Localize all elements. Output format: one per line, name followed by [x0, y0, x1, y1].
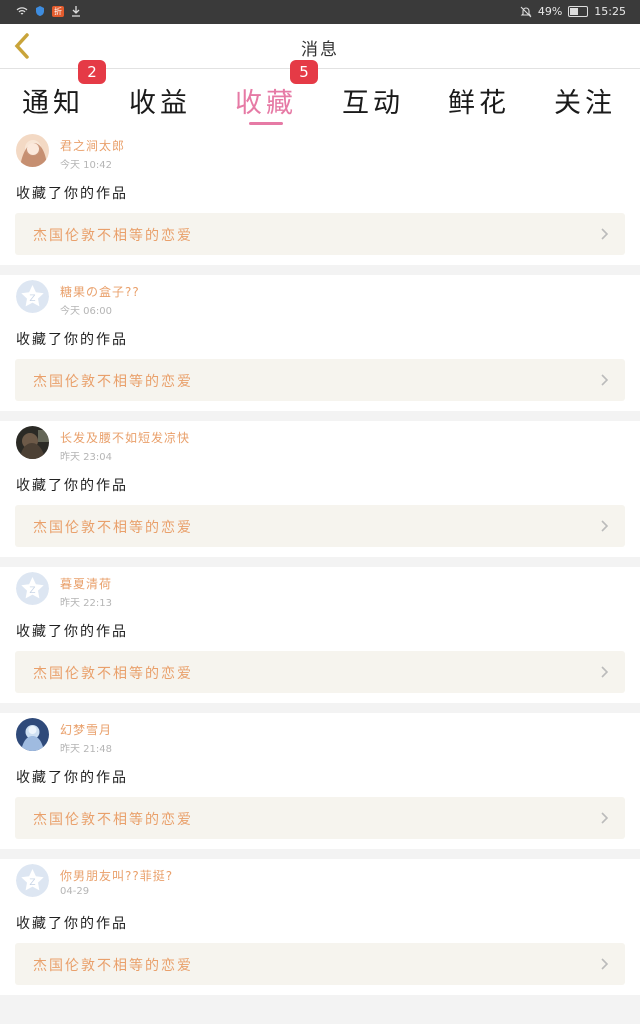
chevron-right-icon [601, 812, 609, 824]
avatar[interactable] [16, 426, 49, 459]
user-photo-icon [16, 718, 49, 751]
tab-flowers[interactable]: 鲜花 [426, 69, 532, 129]
chevron-right-icon [601, 958, 609, 970]
tab-bar: 通知 2 收益 收藏 5 互动 鲜花 关注 [0, 60, 640, 129]
username[interactable]: 你男朋友叫??菲挺? [60, 867, 173, 884]
svg-text:Z: Z [29, 878, 35, 888]
list-item: Z 暮夏清荷 昨天 22:13 收藏了你的作品 杰国伦敦不相等的恋爱 [0, 567, 640, 703]
work-title: 杰国伦敦不相等的恋爱 [33, 666, 193, 682]
username[interactable]: 幻梦雪月 [60, 721, 112, 738]
avatar[interactable]: Z [16, 864, 49, 897]
timestamp: 今天 10:42 [60, 160, 112, 171]
avatar[interactable]: Z [16, 280, 49, 313]
list-item: 幻梦雪月 昨天 21:48 收藏了你的作品 杰国伦敦不相等的恋爱 [0, 713, 640, 849]
username[interactable]: 君之涧太郎 [60, 137, 125, 154]
chevron-right-icon [601, 666, 609, 678]
status-bar: 折 49% 15:25 [0, 0, 640, 24]
action-text: 收藏了你的作品 [16, 916, 128, 932]
chevron-right-icon [601, 520, 609, 532]
work-title: 杰国伦敦不相等的恋爱 [33, 958, 193, 974]
wifi-icon [16, 7, 28, 15]
work-title: 杰国伦敦不相等的恋爱 [33, 228, 193, 244]
svg-text:Z: Z [29, 586, 35, 596]
work-link[interactable]: 杰国伦敦不相等的恋爱 [15, 651, 625, 693]
list-item: 君之涧太郎 今天 10:42 收藏了你的作品 杰国伦敦不相等的恋爱 [0, 129, 640, 265]
work-link[interactable]: 杰国伦敦不相等的恋爱 [15, 505, 625, 547]
unread-badge: 5 [290, 60, 318, 84]
tab-favorites[interactable]: 收藏 5 [213, 60, 319, 129]
timestamp: 04-29 [60, 886, 90, 897]
username[interactable]: 长发及腰不如短发凉快 [60, 429, 190, 446]
list-item: Z 你男朋友叫??菲挺? 04-29 收藏了你的作品 杰国伦敦不相等的恋爱 [0, 859, 640, 995]
unread-badge: 2 [78, 60, 106, 84]
work-link[interactable]: 杰国伦敦不相等的恋爱 [15, 797, 625, 839]
battery-percent: 49% [537, 5, 563, 18]
list-item: Z 糖果の盒子?? 今天 06:00 收藏了你的作品 杰国伦敦不相等的恋爱 [0, 275, 640, 411]
avatar[interactable] [16, 718, 49, 751]
work-title: 杰国伦敦不相等的恋爱 [33, 374, 193, 390]
page-title: 消息 [301, 40, 339, 60]
default-avatar-icon: Z [16, 864, 49, 897]
action-text: 收藏了你的作品 [16, 624, 128, 640]
tab-label: 收益 [129, 88, 191, 119]
download-icon [72, 6, 80, 17]
tab-following[interactable]: 关注 [532, 69, 638, 129]
active-tab-indicator [249, 122, 283, 125]
tab-label: 通知 [22, 88, 84, 119]
tab-label: 互动 [342, 88, 404, 119]
battery-icon [568, 6, 589, 17]
favorites-list: 君之涧太郎 今天 10:42 收藏了你的作品 杰国伦敦不相等的恋爱 Z 糖果の盒… [0, 129, 640, 1005]
default-avatar-icon: Z [16, 280, 49, 313]
tab-label: 鲜花 [448, 88, 510, 119]
timestamp: 昨天 23:04 [60, 452, 112, 463]
username[interactable]: 暮夏清荷 [60, 575, 112, 592]
clock: 15:25 [594, 5, 626, 18]
work-title: 杰国伦敦不相等的恋爱 [33, 812, 193, 828]
tab-earnings[interactable]: 收益 [107, 69, 213, 129]
timestamp: 昨天 21:48 [60, 744, 112, 755]
action-text: 收藏了你的作品 [16, 186, 128, 202]
svg-text:Z: Z [29, 294, 35, 304]
default-avatar-icon: Z [16, 572, 49, 605]
chevron-right-icon [601, 374, 609, 386]
work-link[interactable]: 杰国伦敦不相等的恋爱 [15, 213, 625, 255]
tab-label: 收藏 [235, 88, 297, 119]
action-text: 收藏了你的作品 [16, 770, 128, 786]
avatar[interactable] [16, 134, 49, 167]
work-link[interactable]: 杰国伦敦不相等的恋爱 [15, 359, 625, 401]
user-photo-icon [16, 134, 49, 167]
notification-badge-icon: 折 [52, 5, 64, 17]
tab-label: 关注 [554, 88, 616, 119]
timestamp: 今天 06:00 [60, 306, 112, 317]
user-photo-icon [16, 426, 49, 459]
action-text: 收藏了你的作品 [16, 332, 128, 348]
username[interactable]: 糖果の盒子?? [60, 283, 140, 300]
work-title: 杰国伦敦不相等的恋爱 [33, 520, 193, 536]
list-item: 长发及腰不如短发凉快 昨天 23:04 收藏了你的作品 杰国伦敦不相等的恋爱 [0, 421, 640, 557]
tab-notifications[interactable]: 通知 2 [0, 60, 106, 129]
avatar[interactable]: Z [16, 572, 49, 605]
mute-bell-icon [520, 6, 532, 17]
work-link[interactable]: 杰国伦敦不相等的恋爱 [15, 943, 625, 985]
tab-interactions[interactable]: 互动 [320, 69, 426, 129]
shield-icon [36, 6, 44, 16]
action-text: 收藏了你的作品 [16, 478, 128, 494]
chevron-right-icon [601, 228, 609, 240]
timestamp: 昨天 22:13 [60, 598, 112, 609]
